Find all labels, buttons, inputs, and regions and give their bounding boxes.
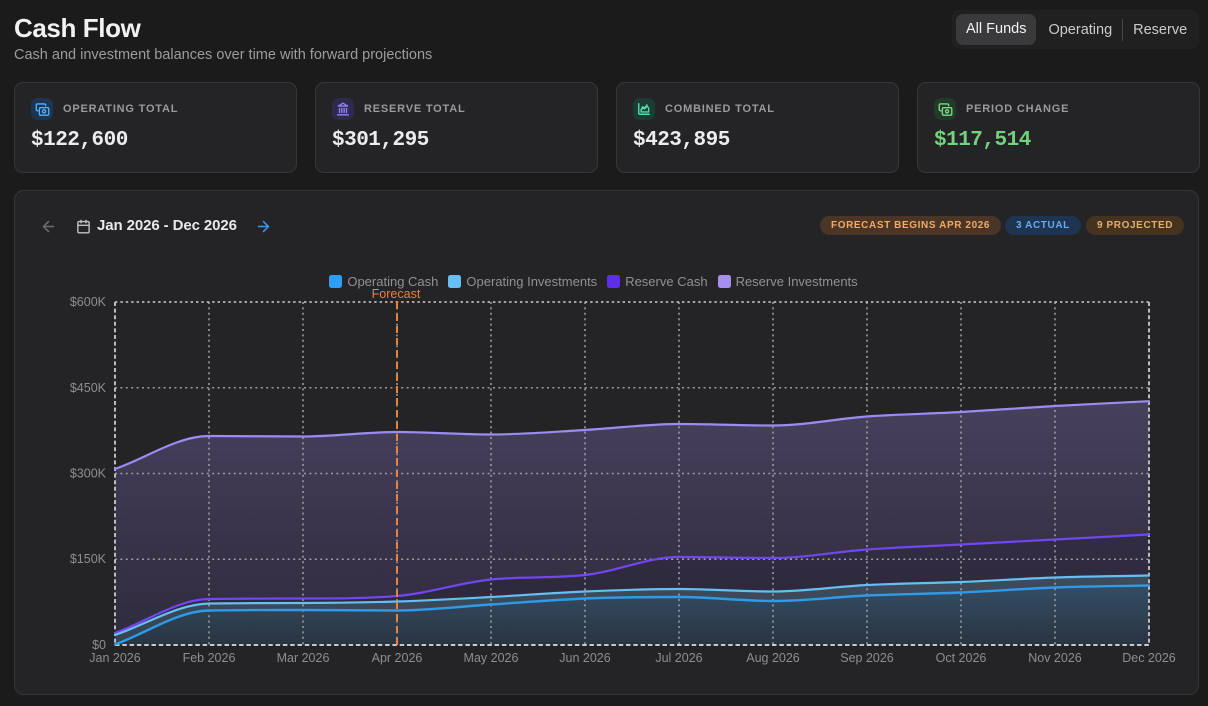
svg-text:$450K: $450K	[70, 381, 107, 395]
svg-text:Oct 2026: Oct 2026	[936, 651, 987, 665]
svg-text:Aug 2026: Aug 2026	[746, 651, 800, 665]
svg-text:Jan 2026: Jan 2026	[89, 651, 140, 665]
svg-text:$150K: $150K	[70, 552, 107, 566]
svg-text:$300K: $300K	[70, 467, 107, 481]
svg-text:Nov 2026: Nov 2026	[1028, 651, 1082, 665]
svg-text:Feb 2026: Feb 2026	[183, 651, 236, 665]
svg-text:$0: $0	[92, 638, 106, 652]
svg-text:Sep 2026: Sep 2026	[840, 651, 894, 665]
svg-text:Jun 2026: Jun 2026	[559, 651, 610, 665]
svg-text:Dec 2026: Dec 2026	[1122, 651, 1176, 665]
svg-text:May 2026: May 2026	[464, 651, 519, 665]
svg-text:Apr 2026: Apr 2026	[372, 651, 423, 665]
svg-text:Jul 2026: Jul 2026	[655, 651, 702, 665]
svg-text:Mar 2026: Mar 2026	[277, 651, 330, 665]
svg-text:$600K: $600K	[70, 295, 107, 309]
